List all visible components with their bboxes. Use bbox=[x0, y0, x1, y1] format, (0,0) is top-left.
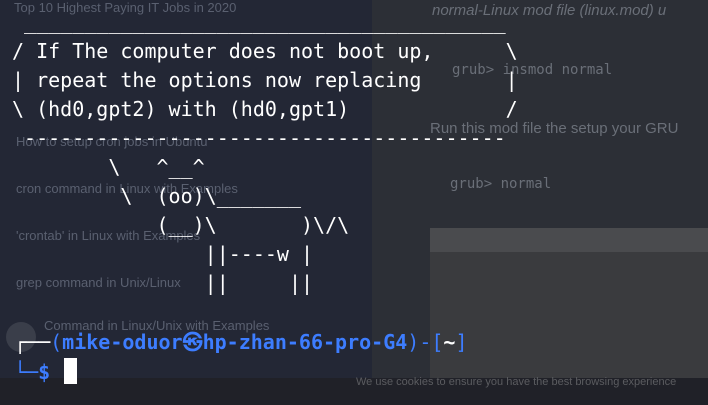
prompt-line-bottom[interactable]: └─$ bbox=[14, 358, 78, 386]
prompt-hostname: hp-zhan-66-pro-G4 bbox=[202, 330, 408, 354]
prompt-at-icon: ㉿ bbox=[182, 330, 203, 354]
prompt-path: ~ bbox=[443, 330, 456, 354]
prompt-username: mike-oduor bbox=[62, 330, 183, 354]
prompt-line-top: ┌──(mike-oduor㉿hp-zhan-66-pro-G4)-[~] bbox=[14, 328, 468, 356]
prompt-open-paren: ( bbox=[50, 330, 63, 354]
prompt-dollar-symbol: $ bbox=[38, 360, 51, 384]
terminal-window[interactable]: ________________________________________… bbox=[0, 0, 708, 405]
cowsay-output: ________________________________________… bbox=[12, 10, 518, 295]
prompt-close-paren: )-[ bbox=[407, 330, 444, 354]
prompt-corner-bottom: └─ bbox=[14, 360, 39, 384]
prompt-corner-top: ┌── bbox=[14, 330, 51, 354]
prompt-close-bracket: ] bbox=[455, 330, 468, 354]
text-cursor[interactable] bbox=[64, 358, 78, 384]
